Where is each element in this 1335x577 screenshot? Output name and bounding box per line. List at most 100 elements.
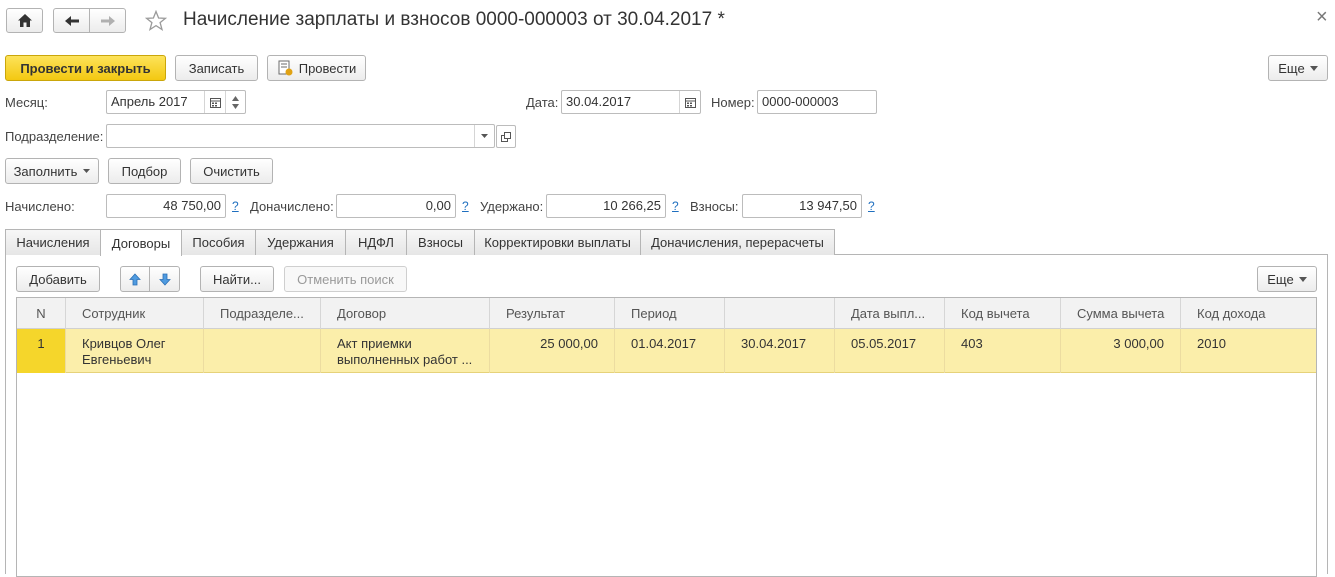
column-header-deduction-sum[interactable]: Сумма вычета: [1061, 298, 1181, 329]
fill-button[interactable]: Заполнить: [5, 158, 99, 184]
accrued-label: Начислено:: [5, 199, 75, 214]
cancel-search-button[interactable]: Отменить поиск: [284, 266, 407, 292]
column-header-income-code[interactable]: Код дохода: [1181, 298, 1316, 329]
column-header-period[interactable]: Период: [615, 298, 725, 329]
find-button[interactable]: Найти...: [200, 266, 274, 292]
column-header-result[interactable]: Результат: [490, 298, 615, 329]
column-header-contract[interactable]: Договор: [321, 298, 490, 329]
column-header-department[interactable]: Подразделе...: [204, 298, 321, 329]
post-button[interactable]: Провести: [267, 55, 366, 81]
table-more-button-label: Еще: [1267, 271, 1294, 287]
income-code-cell: 2010: [1197, 336, 1226, 351]
number-field[interactable]: 0000-000003: [757, 90, 877, 114]
post-and-close-button[interactable]: Провести и закрыть: [5, 55, 166, 81]
contributions-label: Взносы:: [690, 199, 739, 214]
department-open-button[interactable]: [496, 125, 516, 148]
favorite-button[interactable]: [143, 8, 169, 34]
column-header-payment-date[interactable]: Дата выпл...: [835, 298, 945, 329]
deduction-code-cell: 403: [945, 329, 1061, 373]
withheld-help-link[interactable]: ?: [672, 199, 679, 213]
date-label: Дата:: [526, 95, 559, 110]
star-icon: [145, 10, 167, 31]
fill-button-label: Заполнить: [13, 163, 78, 179]
tab-contracts[interactable]: Договоры: [100, 229, 182, 256]
contributions-value: 13 947,50: [742, 194, 862, 218]
period-start-cell: 01.04.2017: [615, 329, 725, 373]
open-window-icon: [501, 131, 511, 142]
calendar-icon: [209, 97, 221, 108]
accrued-help-link[interactable]: ?: [232, 199, 239, 213]
spin-down-icon: [232, 103, 239, 109]
month-label: Месяц:: [5, 95, 48, 110]
result-cell: 25 000,00: [490, 329, 615, 373]
date-calendar-button[interactable]: [679, 91, 700, 113]
table-row[interactable]: 1 Кривцов Олег Евгеньевич Акт приемки вы…: [17, 329, 1316, 373]
additional-value: 0,00: [336, 194, 456, 218]
chevron-down-icon: [1309, 65, 1318, 71]
additional-label: Доначислено:: [250, 199, 334, 214]
select-button[interactable]: Подбор: [108, 158, 181, 184]
save-button[interactable]: Записать: [175, 55, 258, 81]
deduction-sum-cell: 3 000,00: [1061, 329, 1181, 373]
month-value: Апрель 2017: [111, 94, 188, 109]
payment-date-cell: 05.05.2017: [835, 329, 945, 373]
table-header: N Сотрудник Подразделе... Договор Резуль…: [17, 298, 1316, 329]
contract-cell: Акт приемки выполненных работ ...: [321, 329, 490, 373]
chevron-down-icon: [1298, 276, 1307, 282]
month-spin-button[interactable]: [225, 91, 245, 113]
department-cell: [204, 329, 321, 373]
column-header-deduction-code[interactable]: Код вычета: [945, 298, 1061, 329]
withheld-value: 10 266,25: [546, 194, 666, 218]
post-document-icon: [278, 60, 293, 76]
add-button[interactable]: Добавить: [16, 266, 100, 292]
department-label: Подразделение:: [5, 129, 104, 144]
page-title: Начисление зарплаты и взносов 0000-00000…: [183, 9, 725, 30]
date-value: 30.04.2017: [566, 94, 632, 109]
additional-help-link[interactable]: ?: [462, 199, 469, 213]
tab-benefits[interactable]: Пособия: [181, 229, 256, 255]
arrow-down-icon: [158, 273, 171, 286]
tab-accruals[interactable]: Начисления: [5, 229, 101, 255]
home-button[interactable]: [6, 8, 43, 33]
clear-button[interactable]: Очистить: [190, 158, 273, 184]
spin-up-icon: [232, 95, 239, 101]
tab-deductions[interactable]: Удержания: [255, 229, 346, 255]
chevron-down-icon: [481, 134, 488, 138]
post-button-label: Провести: [298, 60, 357, 76]
number-label: Номер:: [711, 95, 755, 110]
employee-cell: Кривцов Олег Евгеньевич: [66, 329, 204, 373]
row-number: 1: [17, 329, 66, 373]
employee-name-line1: Кривцов Олег: [82, 336, 166, 351]
withheld-label: Удержано:: [480, 199, 544, 214]
close-icon[interactable]: ×: [1316, 6, 1328, 29]
tab-contributions[interactable]: Взносы: [406, 229, 475, 255]
contract-line1: Акт приемки: [337, 336, 412, 351]
tab-payment-corrections[interactable]: Корректировки выплаты: [474, 229, 641, 255]
back-button[interactable]: [53, 8, 90, 33]
more-button[interactable]: Еще: [1268, 55, 1328, 81]
column-header-employee[interactable]: Сотрудник: [66, 298, 204, 329]
period-end-cell: 30.04.2017: [725, 329, 835, 373]
column-header-n[interactable]: N: [17, 298, 66, 329]
more-button-label: Еще: [1278, 60, 1305, 76]
contract-line2: выполненных работ ...: [337, 352, 473, 367]
tab-ndfl[interactable]: НДФЛ: [345, 229, 407, 255]
chevron-down-icon: [83, 169, 91, 173]
move-down-button[interactable]: [149, 266, 180, 292]
employee-name-line2: Евгеньевич: [82, 352, 152, 367]
arrow-up-icon: [129, 272, 141, 285]
column-header-period-end[interactable]: [725, 298, 835, 329]
home-icon: [17, 14, 32, 27]
month-calendar-button[interactable]: [204, 91, 225, 113]
arrow-left-icon: [64, 15, 79, 26]
tab-recalculations[interactable]: Доначисления, перерасчеты: [640, 229, 835, 255]
move-up-button[interactable]: [120, 266, 150, 292]
contracts-table[interactable]: N Сотрудник Подразделе... Договор Резуль…: [16, 297, 1317, 577]
department-field[interactable]: [106, 124, 495, 148]
arrow-right-icon: [100, 15, 115, 26]
forward-button[interactable]: [89, 8, 126, 33]
contributions-help-link[interactable]: ?: [868, 199, 875, 213]
accrued-value: 48 750,00: [106, 194, 226, 218]
table-more-button[interactable]: Еще: [1257, 266, 1317, 292]
department-dropdown-button[interactable]: [474, 125, 494, 147]
